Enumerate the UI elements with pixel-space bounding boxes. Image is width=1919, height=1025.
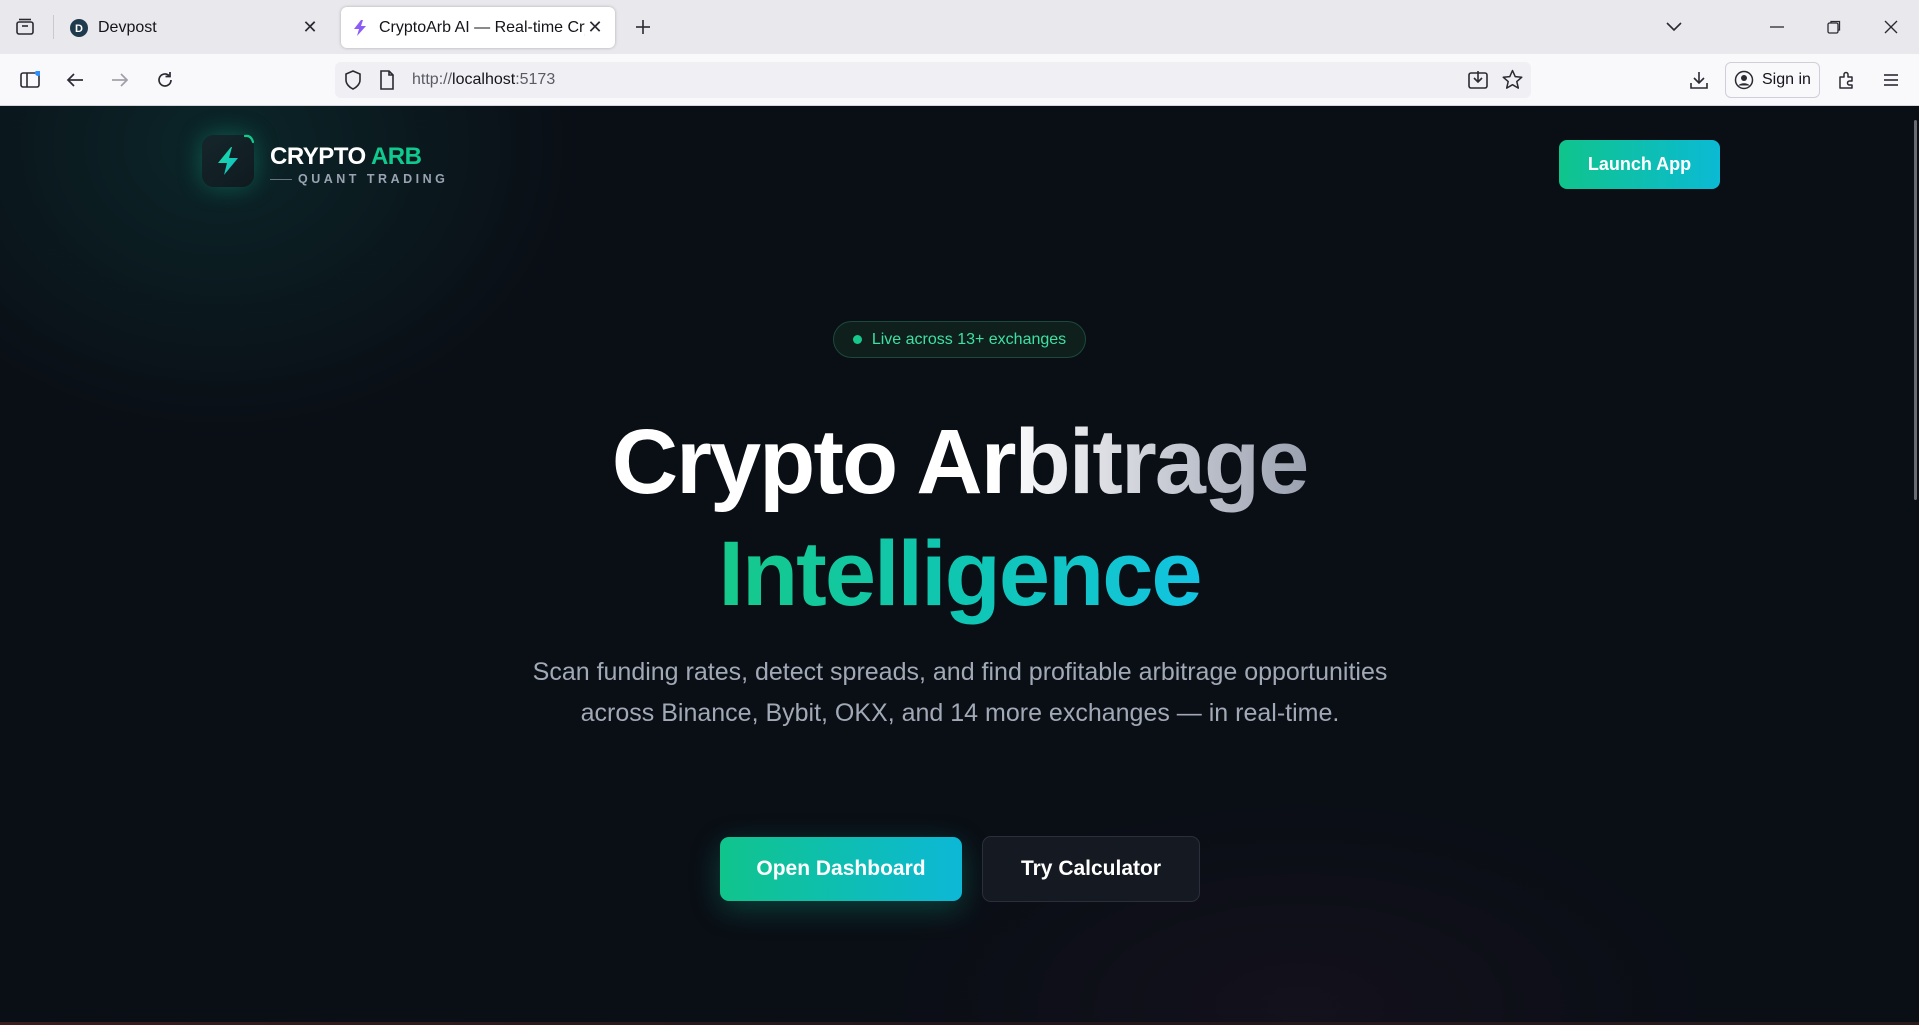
page-viewport: CRYPTO ARB QUANT TRADING Launch App Live… xyxy=(0,106,1919,1025)
browser-nav-bar: http://localhost:5173 Sign in xyxy=(0,54,1919,106)
hero-subtitle: Scan funding rates, detect spreads, and … xyxy=(532,658,1388,727)
lightning-bolt-icon xyxy=(218,147,238,175)
hero-title: Crypto Arbitrage xyxy=(611,411,1310,513)
close-window-icon[interactable] xyxy=(1874,10,1908,44)
try-calculator-button[interactable]: Try Calculator xyxy=(982,836,1200,902)
tab-close-icon[interactable]: ✕ xyxy=(585,17,605,38)
list-all-tabs-icon[interactable] xyxy=(1657,10,1691,44)
tab-cryptoarb[interactable]: CryptoArb AI — Real-time Crypto ✕ xyxy=(341,7,615,48)
tab-overview-icon[interactable] xyxy=(10,12,40,42)
tab-separator xyxy=(53,15,54,39)
back-icon[interactable] xyxy=(59,64,91,96)
live-status-badge: Live across 13+ exchanges xyxy=(833,321,1086,358)
tab-title: CryptoArb AI — Real-time Crypto xyxy=(379,18,585,36)
save-to-pocket-icon[interactable] xyxy=(1468,70,1488,95)
menu-icon[interactable] xyxy=(1875,64,1907,96)
lightning-favicon-icon xyxy=(354,19,366,36)
open-dashboard-button[interactable]: Open Dashboard xyxy=(720,837,962,901)
tab-close-icon[interactable]: ✕ xyxy=(300,17,320,38)
brand-tagline: QUANT TRADING xyxy=(270,172,448,186)
svg-text:D: D xyxy=(75,23,83,35)
url-text[interactable]: http://localhost:5173 xyxy=(412,71,555,89)
sign-in-button[interactable]: Sign in xyxy=(1725,62,1820,98)
browser-tab-bar: D Devpost ✕ CryptoArb AI — Real-time Cry… xyxy=(0,0,1919,54)
new-tab-icon[interactable] xyxy=(628,12,658,42)
launch-app-button[interactable]: Launch App xyxy=(1559,140,1720,189)
live-dot-icon xyxy=(852,335,862,344)
forward-icon[interactable] xyxy=(104,64,136,96)
reload-icon[interactable] xyxy=(149,64,181,96)
tab-title: Devpost xyxy=(98,18,157,36)
page-info-icon[interactable] xyxy=(379,70,395,95)
hero-title-highlight: Intelligence xyxy=(718,523,1202,625)
live-status-text: Live across 13+ exchanges xyxy=(871,330,1067,348)
page-scrollbar[interactable] xyxy=(1914,120,1917,500)
tab-devpost[interactable]: D Devpost ✕ xyxy=(60,7,330,48)
sidebar-icon[interactable] xyxy=(14,64,46,96)
extensions-icon[interactable] xyxy=(1830,64,1862,96)
brand-name[interactable]: CRYPTO ARB xyxy=(270,143,422,171)
devpost-favicon-icon: D xyxy=(70,18,88,37)
minimize-icon[interactable] xyxy=(1760,10,1794,44)
bookmark-star-icon[interactable] xyxy=(1502,69,1523,95)
tracking-shield-icon[interactable] xyxy=(344,70,362,95)
url-bar[interactable]: http://localhost:5173 xyxy=(335,62,1531,98)
downloads-icon[interactable] xyxy=(1683,64,1715,96)
logo-accent-icon xyxy=(244,134,254,144)
account-icon xyxy=(1734,70,1754,90)
restore-icon[interactable] xyxy=(1817,10,1851,44)
sign-in-label: Sign in xyxy=(1762,71,1811,88)
